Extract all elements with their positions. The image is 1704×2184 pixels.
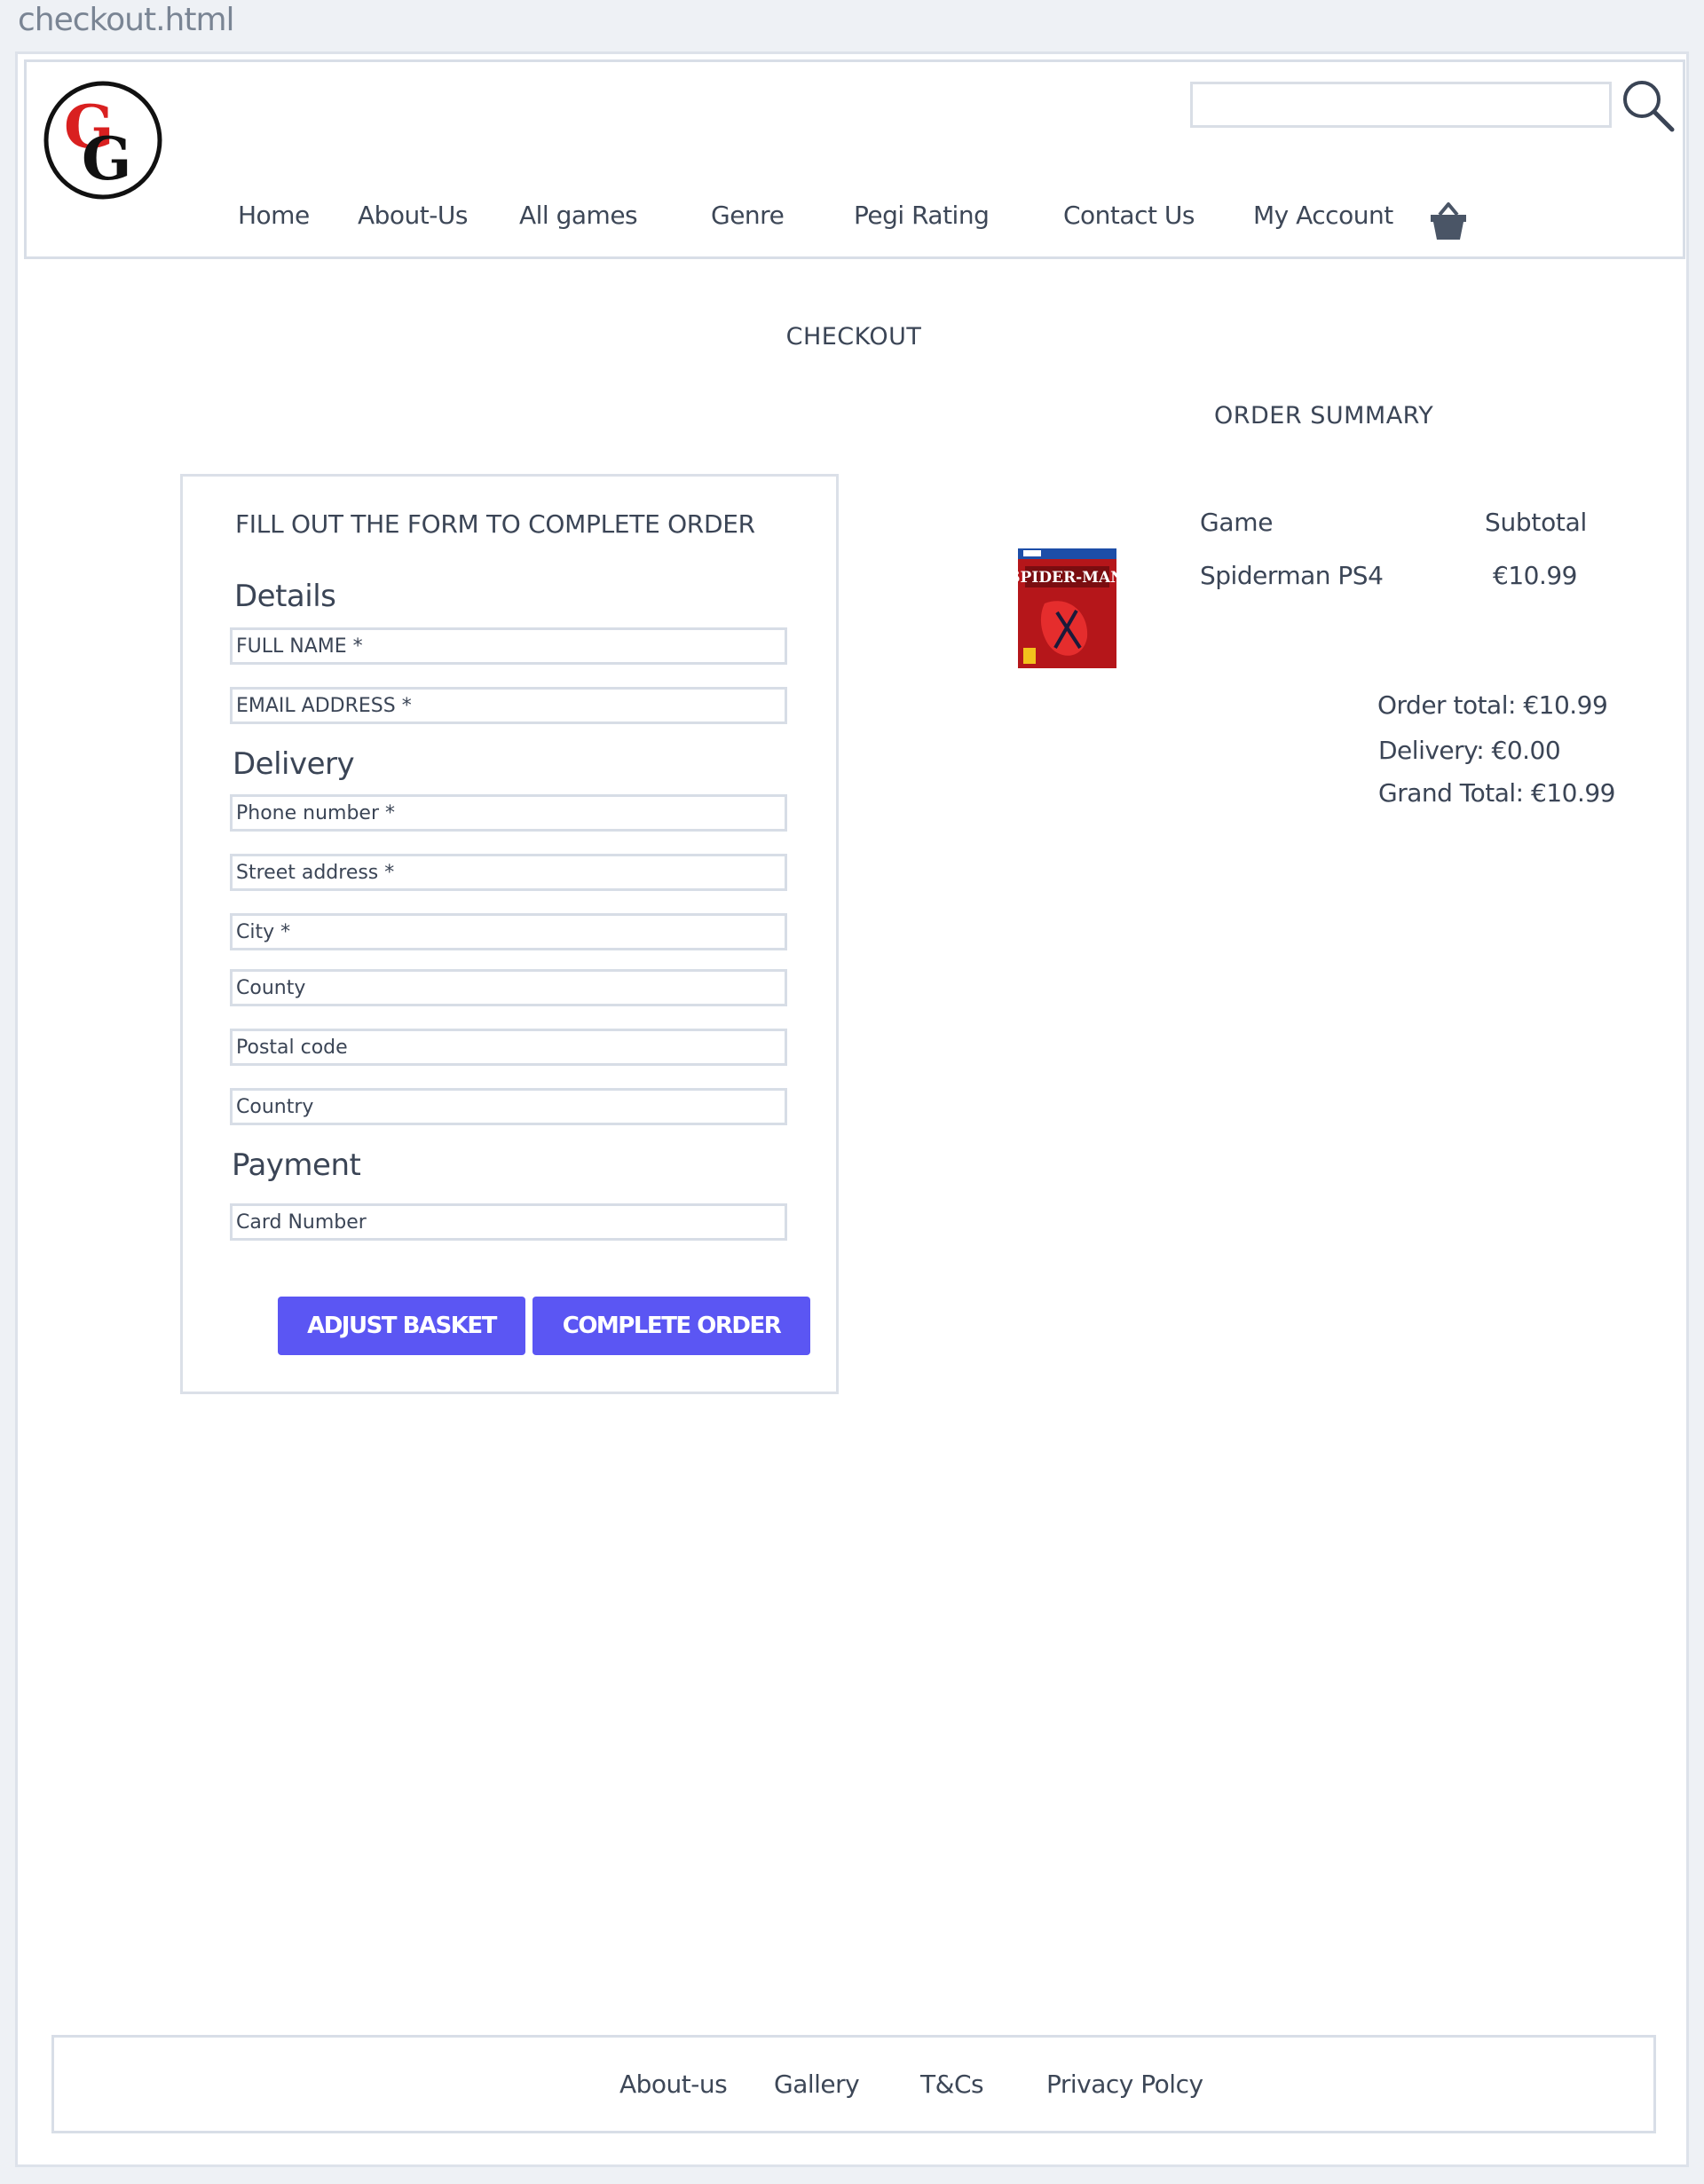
order-summary-title: ORDER SUMMARY (1214, 402, 1434, 430)
footer-link-tcs[interactable]: T&Cs (920, 2070, 984, 2099)
nav-all-games[interactable]: All games (519, 201, 638, 230)
spiderman-ps4-cover[interactable]: SPIDER-MAN (1018, 548, 1116, 668)
search-icon[interactable] (1619, 76, 1677, 135)
basket-icon[interactable] (1429, 201, 1468, 241)
form-title: FILL OUT THE FORM TO COMPLETE ORDER (235, 509, 755, 539)
search-input[interactable] (1190, 82, 1612, 128)
column-header-game: Game (1200, 508, 1274, 537)
nav-contact-us[interactable]: Contact Us (1063, 201, 1195, 230)
gg-logo[interactable]: G G (43, 80, 163, 201)
nav-my-account[interactable]: My Account (1253, 201, 1393, 230)
nav-genre[interactable]: Genre (711, 201, 785, 230)
city-field[interactable] (230, 913, 787, 950)
street-address-field[interactable] (230, 854, 787, 891)
details-heading: Details (234, 579, 336, 614)
file-name-label: checkout.html (18, 2, 235, 38)
footer-link-privacy-policy[interactable]: Privacy Polcy (1046, 2070, 1203, 2099)
adjust-basket-button[interactable]: ADJUST BASKET (278, 1297, 525, 1355)
footer-link-gallery[interactable]: Gallery (774, 2070, 860, 2099)
column-header-subtotal: Subtotal (1485, 508, 1587, 537)
product-subtotal: €10.99 (1493, 561, 1577, 590)
order-total: Order total: €10.99 (1377, 690, 1608, 720)
email-field[interactable] (230, 687, 787, 724)
complete-order-button[interactable]: COMPLETE ORDER (532, 1297, 810, 1355)
footer-link-about-us[interactable]: About-us (619, 2070, 728, 2099)
county-field[interactable] (230, 969, 787, 1006)
nav-pegi-rating[interactable]: Pegi Rating (854, 201, 990, 230)
payment-heading: Payment (232, 1147, 361, 1183)
svg-text:SPIDER-MAN: SPIDER-MAN (1018, 569, 1116, 587)
page-title: CHECKOUT (785, 323, 922, 351)
svg-text:G: G (82, 124, 131, 193)
product-name: Spiderman PS4 (1200, 561, 1384, 590)
phone-field[interactable] (230, 794, 787, 832)
grand-total: Grand Total: €10.99 (1378, 778, 1616, 808)
delivery-cost: Delivery: €0.00 (1378, 736, 1561, 765)
card-number-field[interactable] (230, 1203, 787, 1241)
nav-home[interactable]: Home (238, 201, 310, 230)
country-field[interactable] (230, 1088, 787, 1125)
postal-code-field[interactable] (230, 1029, 787, 1066)
nav-about-us[interactable]: About-Us (358, 201, 468, 230)
full-name-field[interactable] (230, 627, 787, 665)
delivery-heading: Delivery (233, 746, 355, 782)
